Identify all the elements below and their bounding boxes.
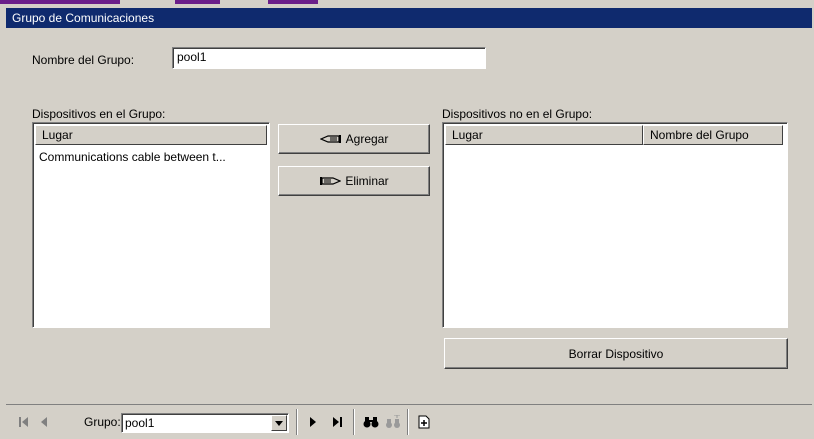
main-panel: Nombre del Grupo: pool1 Dispositivos en … xyxy=(6,28,812,402)
last-record-icon xyxy=(333,417,342,427)
previous-record-icon xyxy=(41,417,47,427)
window-title: Grupo de Comunicaciones xyxy=(6,8,812,28)
next-record-button[interactable] xyxy=(303,412,323,432)
first-record-button[interactable] xyxy=(14,412,34,432)
delete-device-button[interactable]: Borrar Dispositivo xyxy=(444,338,788,369)
toolbar-separator xyxy=(407,409,409,435)
pointing-hand-right-icon xyxy=(320,177,342,185)
not-in-group-list[interactable]: Lugar Nombre del Grupo xyxy=(442,122,788,328)
dropdown-button[interactable] xyxy=(271,415,287,431)
find-next-icon xyxy=(386,415,400,428)
in-group-label: Dispositivos en el Grupo: xyxy=(32,107,166,121)
binoculars-icon xyxy=(363,417,379,428)
chevron-down-icon xyxy=(275,420,283,426)
list-item[interactable]: Communications cable between t... xyxy=(39,150,265,164)
column-header-nombre-del-grupo[interactable]: Nombre del Grupo xyxy=(643,125,783,145)
accent-bar xyxy=(268,0,318,4)
group-name-label: Nombre del Grupo: xyxy=(32,53,135,67)
toolbar-separator xyxy=(296,409,298,435)
toolbar-separator xyxy=(353,409,355,435)
accent-bar xyxy=(0,0,120,4)
last-record-button[interactable] xyxy=(327,412,347,432)
add-button-label: Agregar xyxy=(345,132,389,146)
delete-device-button-label: Borrar Dispositivo xyxy=(568,346,664,361)
group-nav-label: Grupo: xyxy=(84,415,121,429)
column-header-lugar[interactable]: Lugar xyxy=(445,125,643,145)
find-button[interactable] xyxy=(361,412,381,432)
group-name-input[interactable]: pool1 xyxy=(172,47,486,69)
group-select-value: pool1 xyxy=(125,416,155,430)
find-next-button[interactable] xyxy=(383,412,403,432)
in-group-list[interactable]: Lugar Communications cable between t... xyxy=(32,122,270,328)
remove-button[interactable]: Eliminar xyxy=(278,166,430,196)
accent-bar xyxy=(175,0,220,4)
remove-button-label: Eliminar xyxy=(345,174,389,188)
top-strip xyxy=(0,0,814,6)
pointing-hand-left-icon xyxy=(319,135,341,143)
new-record-button[interactable] xyxy=(414,412,434,432)
not-in-group-label: Dispositivos no en el Grupo: xyxy=(442,107,593,121)
group-select[interactable]: pool1 xyxy=(121,413,289,433)
new-document-icon xyxy=(418,415,430,429)
next-record-icon xyxy=(310,417,316,427)
record-navigator: Grupo: pool1 xyxy=(6,404,812,437)
add-button[interactable]: Agregar xyxy=(278,124,430,154)
column-header-lugar[interactable]: Lugar xyxy=(35,125,267,145)
first-record-icon xyxy=(19,417,28,427)
previous-record-button[interactable] xyxy=(34,412,54,432)
